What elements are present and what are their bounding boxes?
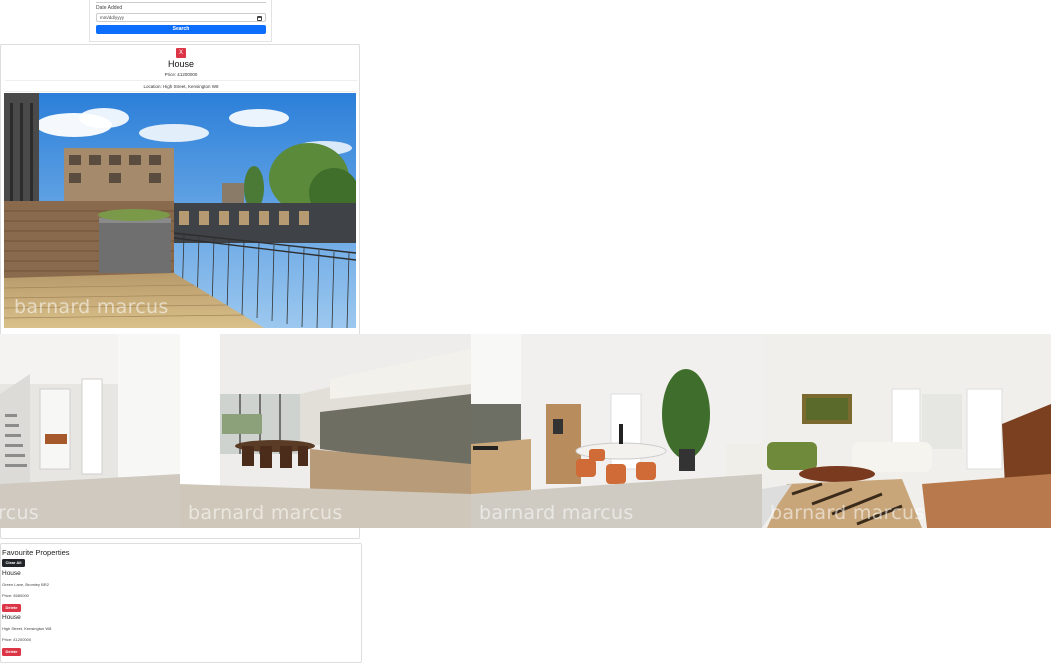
favourite-item-price: Price: £680000 — [2, 593, 29, 598]
search-button[interactable]: Search — [96, 25, 266, 34]
divider — [5, 91, 357, 92]
calendar-icon[interactable] — [257, 15, 262, 21]
property-price: Price: £1200000 — [164, 72, 198, 77]
watermark: barnard marcus — [770, 502, 925, 524]
gallery-photo-hallway[interactable]: rcus — [0, 334, 180, 528]
favourite-item-title[interactable]: House — [2, 614, 21, 621]
gallery-photo-kitchen[interactable]: barnard marcus — [180, 334, 471, 528]
property-location: Location: High Street, Kensington W8 — [143, 84, 219, 89]
property-main-photo: barnard marcus — [4, 93, 356, 328]
property-gallery: rcus barnard marcus barnard marcus barna… — [0, 334, 1051, 528]
delete-button[interactable]: Delete — [2, 648, 21, 656]
watermark: rcus — [0, 502, 39, 524]
clear-all-button[interactable]: Clear All — [2, 559, 25, 567]
favourites-panel: Favourite Properties Clear All House Gre… — [0, 543, 362, 663]
date-added-input[interactable]: mm/dd/yyyy — [96, 13, 266, 22]
date-added-label: Date Added — [96, 5, 123, 11]
watermark: barnard marcus — [479, 502, 634, 524]
delete-button[interactable]: Delete — [2, 604, 21, 612]
favourite-item-location: High Street, Kensington W8 — [2, 626, 52, 631]
date-placeholder: mm/dd/yyyy — [100, 15, 125, 20]
watermark: barnard marcus — [188, 502, 343, 524]
search-form: Date Added mm/dd/yyyy Search — [89, 0, 272, 42]
gallery-photo-living-room[interactable]: barnard marcus — [762, 334, 1051, 528]
favourites-heading: Favourite Properties — [2, 548, 70, 557]
favourite-item-title[interactable]: House — [2, 570, 21, 577]
divider — [5, 80, 357, 81]
gallery-photo-dining[interactable]: barnard marcus — [471, 334, 762, 528]
favourite-item-price: Price: £1200000 — [2, 637, 32, 642]
property-title: House — [167, 59, 194, 69]
previous-field[interactable] — [96, 0, 266, 3]
favourite-item-location: Green Lane, Bromley BR2 — [2, 582, 49, 587]
watermark: barnard marcus — [14, 296, 169, 318]
close-button[interactable]: X — [176, 48, 186, 58]
